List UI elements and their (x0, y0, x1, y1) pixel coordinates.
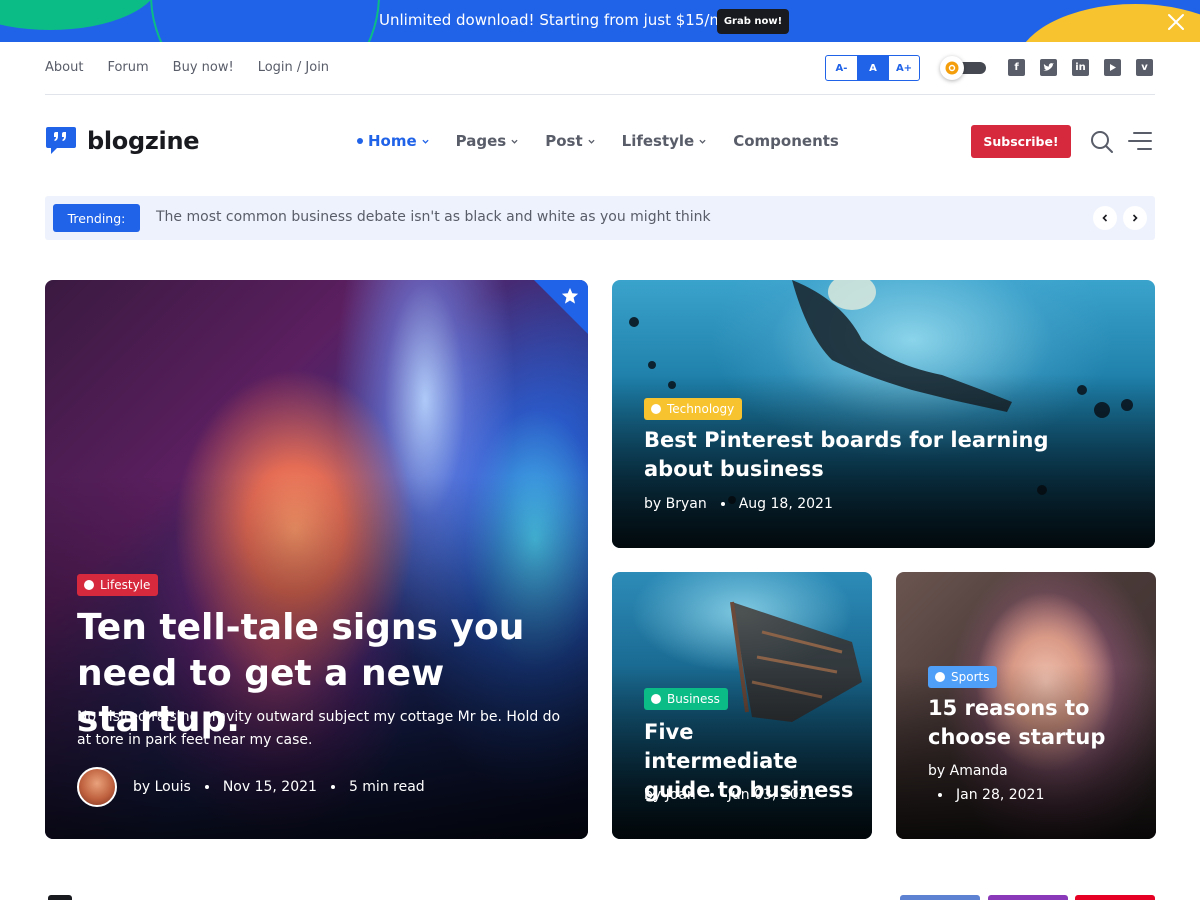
post-meta: by Bryan Aug 18, 2021 (644, 496, 833, 512)
post-title[interactable]: 15 reasons to choose startup (928, 694, 1128, 752)
post-meta: Jan 28, 2021 (928, 787, 1044, 803)
nav-pages[interactable]: Pages (456, 132, 519, 150)
chevron-down-icon (422, 139, 429, 144)
featured-post-excerpt: No visited raising gravity outward subje… (77, 709, 561, 748)
badge-dot (651, 404, 661, 414)
font-size-large-button[interactable]: A+ (888, 56, 919, 80)
nav-lifestyle[interactable]: Lifestyle (622, 132, 707, 150)
post-date: Jun 03, 2021 (727, 787, 817, 803)
next-arrow-icon[interactable] (1123, 206, 1147, 230)
vimeo-icon[interactable]: v (1136, 59, 1153, 76)
dark-mode-toggle[interactable] (940, 56, 988, 80)
nav-pages-label: Pages (455, 132, 507, 150)
post-card[interactable]: Sports 15 reasons to choose startup by A… (896, 572, 1156, 839)
category-badge[interactable]: Lifestyle (77, 574, 159, 596)
nav-home-label: Home (368, 132, 417, 150)
grab-now-button[interactable]: Grab now! (717, 9, 789, 34)
category-label: Technology (667, 402, 735, 416)
sun-icon (940, 56, 964, 80)
post-card[interactable]: Business Five intermediate guide to busi… (612, 572, 872, 839)
trending-label: Trending: (53, 204, 140, 232)
chevron-down-icon (511, 139, 518, 144)
search-icon[interactable] (1090, 130, 1114, 154)
chevron-down-icon (699, 139, 706, 144)
badge-dot (651, 694, 661, 704)
active-dot (357, 138, 363, 144)
decorative-blob (0, 0, 160, 30)
linkedin-icon[interactable]: in (1072, 59, 1089, 76)
chevron-down-icon (588, 139, 595, 144)
nav-link-login-join[interactable]: Login / Join (258, 60, 329, 75)
menu-icon[interactable] (1128, 131, 1152, 151)
post-read-time: 5 min read (348, 779, 425, 795)
section-heading-edge (48, 895, 72, 900)
social-counter-youtube[interactable] (1075, 895, 1155, 900)
post-author-line: by Amanda (928, 763, 1008, 779)
meta-separator (709, 793, 714, 797)
nav-components-label: Components (733, 132, 839, 150)
post-card[interactable]: Technology Best Pinterest boards for lea… (612, 280, 1155, 548)
category-label: Lifestyle (100, 578, 151, 592)
post-date: Aug 18, 2021 (738, 496, 833, 512)
prev-arrow-icon[interactable] (1093, 206, 1117, 230)
nav-home[interactable]: Home (357, 132, 429, 150)
post-title[interactable]: Best Pinterest boards for learning about… (644, 426, 1114, 484)
badge-dot (935, 672, 945, 682)
meta-separator (720, 502, 725, 506)
avatar[interactable] (77, 767, 117, 807)
nav-link-forum[interactable]: Forum (107, 60, 148, 75)
post-author[interactable]: by Amanda (928, 763, 1008, 779)
nav-lifestyle-label: Lifestyle (621, 132, 695, 150)
youtube-icon[interactable] (1104, 59, 1121, 76)
social-counter-facebook[interactable] (900, 895, 980, 900)
promo-text: Unlimited download! Starting from just $… (379, 11, 725, 29)
category-badge[interactable]: Technology (644, 398, 743, 420)
font-size-normal-button[interactable]: A (857, 56, 888, 80)
logo-quote-icon (46, 127, 76, 154)
font-size-switcher: A- A A+ (825, 55, 920, 81)
decorative-arc (150, 0, 380, 42)
brand-logo[interactable]: blogzine (45, 126, 200, 156)
category-label: Business (667, 692, 720, 706)
facebook-icon[interactable]: f (1008, 59, 1025, 76)
featured-post-card[interactable]: Lifestyle Ten tell-tale signs you need t… (45, 280, 588, 839)
nav-link-about[interactable]: About (45, 60, 83, 75)
meta-separator (330, 785, 335, 789)
font-size-small-button[interactable]: A- (826, 56, 857, 80)
brand-name: blogzine (87, 127, 200, 155)
meta-separator (938, 793, 942, 797)
card-overlay (45, 280, 588, 839)
nav-link-buy-now[interactable]: Buy now! (173, 60, 234, 75)
nav-post-label: Post (545, 132, 583, 150)
star-icon (561, 287, 579, 304)
trending-bar: Trending: The most common business debat… (45, 196, 1155, 240)
post-meta: by Louis Nov 15, 2021 5 min read (77, 767, 425, 807)
trending-headline[interactable]: The most common business debate isn't as… (156, 209, 711, 225)
social-links: f in v (1008, 59, 1153, 76)
post-author[interactable]: by Bryan (644, 496, 707, 512)
badge-dot (84, 580, 94, 590)
divider (45, 94, 1155, 95)
category-badge[interactable]: Sports (928, 666, 998, 688)
subscribe-button[interactable]: Subscribe! (971, 125, 1071, 158)
meta-separator (204, 785, 209, 789)
utility-nav: About Forum Buy now! Login / Join (45, 60, 353, 75)
post-date: Nov 15, 2021 (222, 779, 317, 795)
category-label: Sports (951, 670, 990, 684)
close-icon[interactable] (1166, 12, 1186, 32)
nav-components[interactable]: Components (733, 132, 839, 150)
post-author[interactable]: by Louis (133, 779, 191, 795)
main-nav: Home Pages Post Lifestyle Components (357, 132, 866, 150)
social-counter-instagram[interactable] (988, 895, 1068, 900)
nav-post[interactable]: Post (545, 132, 595, 150)
twitter-icon[interactable] (1040, 59, 1057, 76)
post-author[interactable]: by Joan (644, 787, 696, 803)
post-date: Jan 28, 2021 (956, 787, 1045, 803)
category-badge[interactable]: Business (644, 688, 728, 710)
promo-banner: Unlimited download! Starting from just $… (0, 0, 1200, 42)
post-meta: by Joan Jun 03, 2021 (644, 787, 816, 803)
